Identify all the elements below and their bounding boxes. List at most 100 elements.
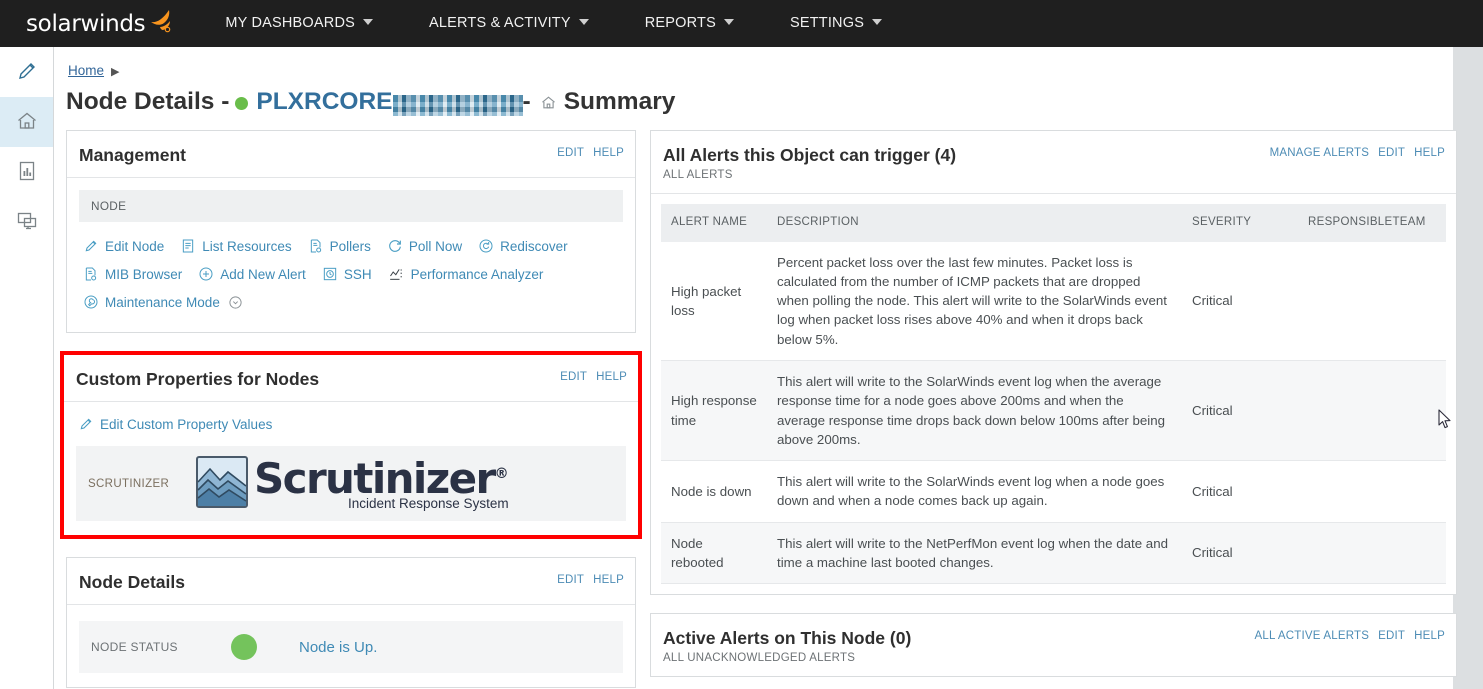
list-resources-link[interactable]: List Resources [180, 238, 292, 254]
rail-item-home[interactable] [0, 97, 53, 147]
active-alerts-edit-link[interactable]: EDIT [1378, 630, 1405, 642]
rediscover-link[interactable]: Rediscover [478, 238, 568, 254]
alert-description-cell: This alert will write to the SolarWinds … [767, 360, 1182, 462]
nav-reports[interactable]: REPORTS [617, 0, 762, 47]
rail-item-devices[interactable] [0, 197, 53, 247]
table-row[interactable]: Node is down This alert will write to th… [661, 460, 1446, 523]
chevron-down-icon [723, 19, 734, 26]
table-row[interactable]: Node rebooted This alert will write to t… [661, 522, 1446, 585]
node-status-dot-icon [235, 96, 249, 110]
mib-browser-label: MIB Browser [105, 266, 183, 282]
maintenance-mode-link[interactable]: Maintenance Mode [83, 294, 243, 310]
nav-alerts-activity-label: ALERTS & ACTIVITY [429, 15, 571, 31]
active-alerts-panel-title: Active Alerts on This Node (0) [663, 628, 912, 649]
right-column: All Alerts this Object can trigger (4) A… [650, 130, 1457, 689]
node-status-label: NODE STATUS [91, 640, 178, 655]
breadcrumb-home-link[interactable]: Home [68, 63, 104, 78]
edit-node-link[interactable]: Edit Node [83, 238, 164, 254]
poll-now-label: Poll Now [408, 238, 463, 254]
performance-analyzer-link[interactable]: Performance Analyzer [388, 266, 543, 282]
management-links: Edit Node List Resources Pollers Poll No… [79, 228, 623, 320]
chevron-down-circle-icon[interactable] [228, 295, 243, 310]
rediscover-label: Rediscover [500, 238, 568, 254]
nav-my-dashboards[interactable]: MY DASHBOARDS [197, 0, 401, 47]
active-alerts-help-link[interactable]: HELP [1414, 630, 1445, 642]
node-name[interactable]: PLXRCORE [256, 88, 392, 116]
manage-alerts-link[interactable]: MANAGE ALERTS [1270, 147, 1370, 159]
alert-description-cell: This alert will write to the SolarWinds … [767, 460, 1182, 523]
management-panel-title: Management [79, 145, 186, 165]
alert-team-cell [1298, 522, 1446, 585]
mib-browser-link[interactable]: MIB Browser [83, 266, 182, 282]
node-details-panel-body: NODE STATUS Node is Up. [67, 605, 635, 687]
node-status-indicator-icon [231, 634, 257, 661]
add-new-alert-link[interactable]: Add New Alert [198, 266, 306, 282]
node-details-panel: Node Details EDIT HELP NODE STATUS Node i… [66, 557, 636, 689]
rail-item-reports[interactable] [0, 147, 53, 197]
all-alerts-panel: All Alerts this Object can trigger (4) A… [650, 130, 1457, 596]
report-chart-icon [15, 159, 39, 186]
rail-item-edit[interactable] [0, 47, 53, 97]
solarwinds-logo[interactable]: solarwinds [0, 0, 197, 47]
pollers-link[interactable]: Pollers [308, 238, 371, 254]
brand-wordmark: solarwinds [26, 10, 146, 37]
custom-property-row-scrutinizer: SCRUTINIZER Scrutinizer® Incident Respon… [76, 446, 626, 522]
all-alerts-panel-header: All Alerts this Object can trigger (4) A… [651, 131, 1456, 195]
nav-settings-label: SETTINGS [789, 15, 865, 31]
custom-property-label: SCRUTINIZER [88, 477, 170, 490]
alert-name-cell: High packet loss [661, 241, 767, 361]
table-row[interactable]: High packet loss Percent packet loss ove… [661, 241, 1446, 361]
alert-name-cell: High response time [661, 360, 767, 462]
node-status-value[interactable]: Node is Up. [299, 639, 377, 656]
custom-properties-help-link[interactable]: HELP [596, 371, 627, 383]
left-icon-rail [0, 47, 54, 689]
all-alerts-panel-body: ALERT NAME DESCRIPTION SEVERITY RESPONSI… [651, 194, 1456, 594]
management-edit-link[interactable]: EDIT [557, 147, 584, 159]
management-panel-actions: EDIT HELP [557, 145, 624, 159]
page-title-prefix: Node Details - [66, 88, 230, 115]
pollers-label: Pollers [329, 238, 371, 254]
column-responsible-team[interactable]: RESPONSIBLETEAM [1298, 204, 1446, 242]
all-alerts-edit-link[interactable]: EDIT [1378, 147, 1405, 159]
node-details-panel-actions: EDIT HELP [557, 572, 624, 586]
node-details-panel-title: Node Details [79, 572, 185, 593]
alerts-table-head: ALERT NAME DESCRIPTION SEVERITY RESPONSI… [661, 204, 1446, 242]
custom-properties-panel-actions: EDIT HELP [560, 369, 627, 383]
poller-icon [308, 238, 324, 254]
chevron-down-icon [578, 19, 589, 26]
nav-alerts-activity[interactable]: ALERTS & ACTIVITY [401, 0, 617, 47]
management-help-link[interactable]: HELP [593, 147, 624, 159]
custom-properties-panel: Custom Properties for Nodes EDIT HELP Edi… [60, 351, 642, 540]
page-canvas: Home ▶ Node Details - PLXRCORE - Summary [54, 47, 1483, 689]
scrutinizer-mountain-icon [196, 456, 248, 511]
column-description[interactable]: DESCRIPTION [767, 204, 1182, 242]
pencil-icon [15, 59, 39, 86]
all-active-alerts-link[interactable]: ALL ACTIVE ALERTS [1255, 630, 1370, 642]
ssh-link[interactable]: SSH [322, 266, 372, 282]
all-alerts-help-link[interactable]: HELP [1414, 147, 1445, 159]
poll-now-link[interactable]: Poll Now [387, 238, 462, 254]
alert-team-cell [1298, 241, 1446, 361]
custom-properties-panel-title: Custom Properties for Nodes [76, 369, 320, 390]
alerts-table-header-row: ALERT NAME DESCRIPTION SEVERITY RESPONSI… [661, 204, 1446, 242]
node-details-help-link[interactable]: HELP [593, 574, 624, 586]
breadcrumb-arrow-icon: ▶ [111, 66, 120, 78]
all-alerts-panel-actions: MANAGE ALERTS EDIT HELP [1270, 145, 1445, 159]
home-icon [15, 109, 39, 136]
column-severity[interactable]: SEVERITY [1182, 204, 1298, 242]
top-nav-items: MY DASHBOARDS ALERTS & ACTIVITY REPORTS … [197, 0, 910, 47]
custom-properties-panel-body: Edit Custom Property Values SCRUTINIZER [64, 402, 638, 535]
active-alerts-panel: Active Alerts on This Node (0) ALL UNACK… [650, 613, 1457, 678]
nav-settings[interactable]: SETTINGS [762, 0, 910, 47]
custom-properties-edit-link[interactable]: EDIT [560, 371, 587, 383]
chevron-down-icon [872, 19, 883, 26]
column-alert-name[interactable]: ALERT NAME [661, 204, 767, 242]
table-row[interactable]: High response time This alert will write… [661, 360, 1446, 462]
ssh-icon [322, 266, 338, 282]
all-alerts-panel-title: All Alerts this Object can trigger (4) [663, 145, 957, 165]
node-details-edit-link[interactable]: EDIT [557, 574, 584, 586]
summary-home-icon [540, 90, 557, 118]
edit-custom-property-values-link[interactable]: Edit Custom Property Values [78, 416, 638, 432]
node-status-row: NODE STATUS Node is Up. [79, 621, 623, 674]
management-panel-header: Management EDIT HELP [67, 131, 635, 179]
